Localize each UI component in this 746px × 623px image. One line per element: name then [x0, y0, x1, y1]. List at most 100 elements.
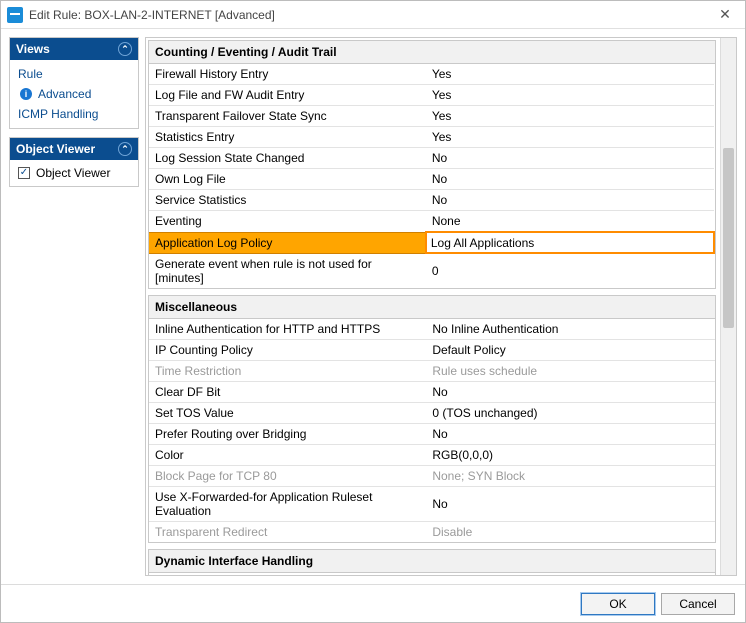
property-key: Application Log Policy	[149, 232, 426, 253]
property-value[interactable]: Disable	[426, 521, 715, 542]
property-value[interactable]: 0 (TOS unchanged)	[426, 402, 715, 423]
scrollbar[interactable]	[720, 38, 736, 575]
property-value[interactable]: None	[426, 211, 714, 233]
property-section: MiscellaneousInline Authentication for H…	[148, 295, 716, 543]
property-value[interactable]: Yes	[426, 85, 714, 106]
property-row[interactable]: Firewall History EntryYes	[149, 64, 714, 85]
property-value[interactable]: None; SYN Block	[426, 465, 715, 486]
property-table: Inline Authentication for HTTP and HTTPS…	[149, 319, 715, 542]
section-header: Counting / Eventing / Audit Trail	[149, 41, 715, 64]
property-table: Firewall History EntryYesLog File and FW…	[149, 64, 715, 288]
property-key: Transparent Failover State Sync	[149, 106, 426, 127]
property-key: Color	[149, 444, 426, 465]
property-key: Transparent Redirect	[149, 521, 426, 542]
property-value[interactable]: No	[426, 190, 714, 211]
property-key: Use X-Forwarded-for Application Ruleset …	[149, 486, 426, 521]
property-key: Time Restriction	[149, 360, 426, 381]
checkbox-icon: ✓	[18, 167, 30, 179]
property-row[interactable]: Statistics EntryYes	[149, 127, 714, 148]
sidebar: Views ⌃ Rule i Advanced ICMP Handling Ob…	[9, 37, 139, 576]
close-icon: ✕	[719, 6, 731, 23]
property-row[interactable]: Set TOS Value0 (TOS unchanged)	[149, 402, 715, 423]
property-row[interactable]: IP Counting PolicyDefault Policy	[149, 339, 715, 360]
body: Views ⌃ Rule i Advanced ICMP Handling Ob…	[1, 29, 745, 584]
close-button[interactable]: ✕	[705, 1, 745, 28]
cancel-button[interactable]: Cancel	[661, 593, 735, 615]
main-scroll[interactable]: Counting / Eventing / Audit TrailFirewal…	[146, 38, 720, 575]
property-row[interactable]: Use X-Forwarded-for Application Ruleset …	[149, 486, 715, 521]
property-key: Clear DF Bit	[149, 381, 426, 402]
property-value[interactable]: Default Policy	[426, 339, 715, 360]
property-value[interactable]: No	[426, 486, 715, 521]
chevron-up-icon: ⌃	[118, 42, 132, 56]
views-body: Rule i Advanced ICMP Handling	[10, 60, 138, 128]
property-row[interactable]: Log Session State ChangedNo	[149, 148, 714, 169]
sidebar-item-label: Advanced	[38, 87, 91, 101]
chevron-up-icon: ⌃	[118, 142, 132, 156]
property-key: Source Interface	[149, 573, 426, 576]
property-row[interactable]: Generate event when rule is not used for…	[149, 253, 714, 288]
property-row[interactable]: Time RestrictionRule uses schedule	[149, 360, 715, 381]
property-row[interactable]: Inline Authentication for HTTP and HTTPS…	[149, 319, 715, 340]
info-icon: i	[20, 88, 32, 100]
sidebar-item-icmp-handling[interactable]: ICMP Handling	[18, 106, 130, 122]
property-row[interactable]: Block Page for TCP 80None; SYN Block	[149, 465, 715, 486]
property-key: Log Session State Changed	[149, 148, 426, 169]
object-viewer-header[interactable]: Object Viewer ⌃	[10, 138, 138, 160]
object-viewer-header-label: Object Viewer	[16, 142, 95, 156]
property-section: Dynamic Interface HandlingSource Interfa…	[148, 549, 716, 576]
property-row[interactable]: Service StatisticsNo	[149, 190, 714, 211]
ok-button[interactable]: OK	[581, 593, 655, 615]
app-icon	[7, 7, 23, 23]
window: Edit Rule: BOX-LAN-2-INTERNET [Advanced]…	[0, 0, 746, 623]
property-value[interactable]: Yes	[426, 127, 714, 148]
footer: OK Cancel	[1, 584, 745, 622]
property-section: Counting / Eventing / Audit TrailFirewal…	[148, 40, 716, 289]
views-header-label: Views	[16, 42, 50, 56]
property-value[interactable]: Yes	[426, 106, 714, 127]
property-value[interactable]: Rule uses schedule	[426, 360, 715, 381]
section-header: Dynamic Interface Handling	[149, 550, 715, 573]
property-key: Service Statistics	[149, 190, 426, 211]
property-key: Block Page for TCP 80	[149, 465, 426, 486]
property-row[interactable]: Source InterfaceMatching	[149, 573, 715, 576]
views-header[interactable]: Views ⌃	[10, 38, 138, 60]
property-table: Source InterfaceMatchingContinue on Sour…	[149, 573, 715, 576]
property-value[interactable]: Matching	[426, 573, 715, 576]
property-value[interactable]: No	[426, 169, 714, 190]
property-value[interactable]: RGB(0,0,0)	[426, 444, 715, 465]
window-title: Edit Rule: BOX-LAN-2-INTERNET [Advanced]	[29, 8, 705, 22]
object-viewer-checkbox[interactable]: ✓ Object Viewer	[18, 166, 130, 180]
property-key: IP Counting Policy	[149, 339, 426, 360]
property-key: Set TOS Value	[149, 402, 426, 423]
object-viewer-panel: Object Viewer ⌃ ✓ Object Viewer	[9, 137, 139, 187]
views-panel: Views ⌃ Rule i Advanced ICMP Handling	[9, 37, 139, 129]
property-row[interactable]: Clear DF BitNo	[149, 381, 715, 402]
property-value[interactable]: No	[426, 381, 715, 402]
property-row[interactable]: Transparent Failover State SyncYes	[149, 106, 714, 127]
section-header: Miscellaneous	[149, 296, 715, 319]
property-value[interactable]: 0	[426, 253, 714, 288]
property-row[interactable]: ColorRGB(0,0,0)	[149, 444, 715, 465]
property-value[interactable]: Log All Applications	[426, 232, 714, 253]
object-viewer-checkbox-label: Object Viewer	[36, 166, 110, 180]
property-value[interactable]: No	[426, 423, 715, 444]
property-key: Statistics Entry	[149, 127, 426, 148]
property-row[interactable]: Log File and FW Audit EntryYes	[149, 85, 714, 106]
property-row[interactable]: EventingNone	[149, 211, 714, 233]
property-value[interactable]: Yes	[426, 64, 714, 85]
property-key: Eventing	[149, 211, 426, 233]
property-row[interactable]: Own Log FileNo	[149, 169, 714, 190]
property-row[interactable]: Prefer Routing over BridgingNo	[149, 423, 715, 444]
property-value[interactable]: No	[426, 148, 714, 169]
main-panel: Counting / Eventing / Audit TrailFirewal…	[145, 37, 737, 576]
property-value[interactable]: No Inline Authentication	[426, 319, 715, 340]
property-row[interactable]: Transparent RedirectDisable	[149, 521, 715, 542]
object-viewer-body: ✓ Object Viewer	[10, 160, 138, 186]
sidebar-item-rule[interactable]: Rule	[18, 66, 130, 82]
sidebar-item-advanced[interactable]: i Advanced	[18, 86, 130, 102]
titlebar: Edit Rule: BOX-LAN-2-INTERNET [Advanced]…	[1, 1, 745, 29]
property-row[interactable]: Application Log PolicyLog All Applicatio…	[149, 232, 714, 253]
property-key: Generate event when rule is not used for…	[149, 253, 426, 288]
scrollbar-thumb[interactable]	[723, 148, 734, 328]
